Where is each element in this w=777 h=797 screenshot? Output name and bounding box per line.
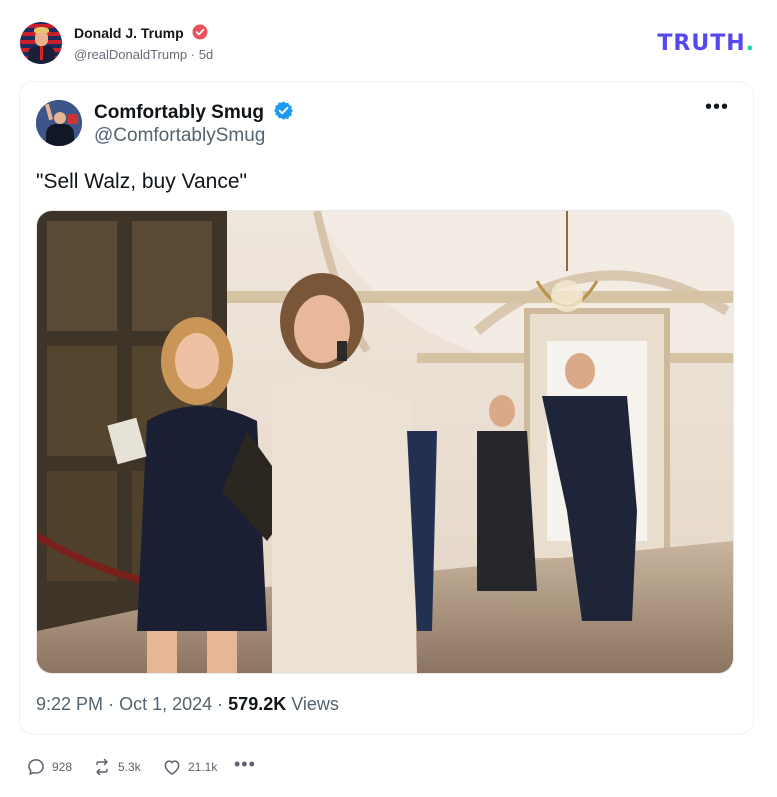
tweet-author-name-text: Comfortably Smug <box>94 102 264 123</box>
repost-arrows-icon <box>96 758 108 776</box>
tweet-author-handle: @ComfortablySmug <box>94 125 266 146</box>
tweet-views-label: Views <box>291 694 339 714</box>
truth-logo[interactable]: TRUTH. <box>657 31 755 56</box>
post-header: Donald J. Trump @realDonaldTrump · 5d TR… <box>20 20 757 68</box>
like-button[interactable]: 21.1k <box>162 756 217 778</box>
post-action-bar: 928 5.3k 21.1k ••• <box>26 754 426 778</box>
tweet-time: 9:22 PM <box>36 694 104 714</box>
tweet-more-icon: ••• <box>704 96 729 118</box>
author-avatar[interactable] <box>20 22 62 64</box>
reply-count: 928 <box>52 760 73 774</box>
tweet-views-count: 579.2K <box>228 694 287 714</box>
tweet-meta-separator: · <box>108 694 115 714</box>
ellipsis-icon[interactable]: ••• <box>234 754 256 775</box>
hallway-photo <box>37 211 733 673</box>
like-count: 21.1k <box>188 760 218 774</box>
tweet-meta: 9:22 PM · Oct 1, 2024 · 579.2K Views <box>36 694 339 715</box>
reply-button[interactable]: 928 <box>26 756 72 778</box>
tweet-meta-separator-2: · <box>217 694 224 714</box>
verified-check-icon <box>274 101 294 120</box>
meta-separator: · <box>190 47 196 62</box>
tweet-photo[interactable] <box>36 210 734 674</box>
tweet-author-name: Comfortably Smug <box>94 100 294 124</box>
tweet-text: "Sell Walz, buy Vance" <box>36 170 247 193</box>
author-handle[interactable]: @realDonaldTrump <box>74 47 187 62</box>
retruth-button[interactable]: 5.3k <box>92 756 141 778</box>
heart-icon <box>164 760 180 775</box>
tweet-date: Oct 1, 2024 <box>119 694 213 714</box>
tweet-author-avatar <box>36 100 82 146</box>
author-name[interactable]: Donald J. Trump <box>74 24 208 41</box>
author-handle-line: @realDonaldTrump · 5d <box>74 47 213 62</box>
embedded-tweet-card[interactable]: Comfortably Smug @ComfortablySmug ••• "S… <box>20 82 753 734</box>
post-age[interactable]: 5d <box>199 47 213 62</box>
author-name-text[interactable]: Donald J. Trump <box>74 25 184 41</box>
retruth-count: 5.3k <box>118 760 141 774</box>
truth-logo-dot: . <box>745 31 755 56</box>
speech-bubble-icon <box>28 759 44 775</box>
verified-badge-icon <box>192 24 208 40</box>
truth-logo-text: TRUTH <box>657 31 746 56</box>
